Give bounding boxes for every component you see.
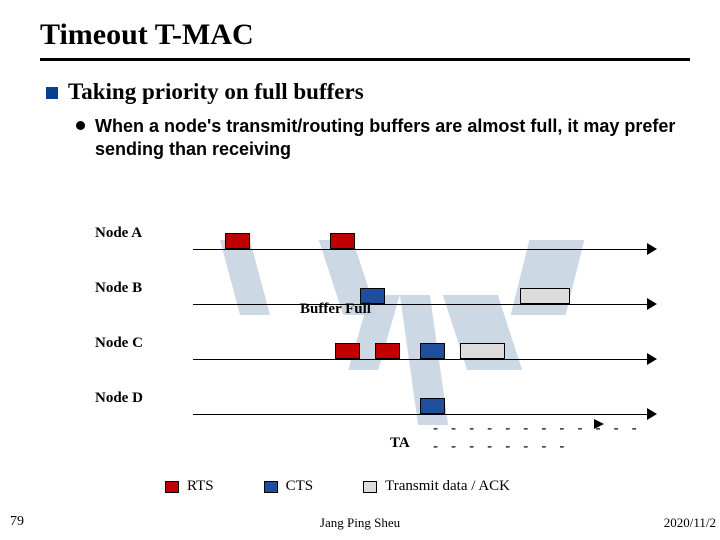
legend-data: Transmit data / ACK [363,478,510,495]
legend-data-label: Transmit data / ACK [385,478,510,495]
slide-title: Timeout T-MAC [40,18,690,52]
rts-box [225,233,250,249]
legend-cts-label: CTS [286,478,314,495]
bullet1-text: Taking priority on full buffers [68,79,364,105]
footer-author: Jang Ping Sheu [320,515,400,531]
bullet-level-2: When a node's transmit/routing buffers a… [76,115,680,162]
label-node-c: Node C [95,335,143,352]
bullet2-text: When a node's transmit/routing buffers a… [95,115,680,162]
cts-box [420,343,445,359]
ta-dashed-arrow: - - - - - - - - - - - - - - - - - - - - [431,419,655,455]
baseline-c [193,359,655,360]
timeline-node-a: Node A [95,215,655,255]
timeline-node-b: Node B [95,270,655,310]
arrowhead-icon [647,243,657,255]
timeline-node-d: Node D [95,380,655,420]
baseline-a [193,249,655,250]
page-number: 79 [10,514,24,530]
square-bullet-icon [46,87,58,99]
rts-box [375,343,400,359]
title-rule [40,58,690,61]
data-box [520,288,570,304]
timeline-node-c: Node C [95,325,655,365]
arrowhead-icon [647,353,657,365]
arrowhead-icon [594,419,604,429]
legend-swatch-blue [264,481,278,493]
legend-swatch-gray [363,481,377,493]
legend-rts-label: RTS [187,478,214,495]
label-node-a: Node A [95,225,142,242]
rts-box [335,343,360,359]
legend: RTS CTS Transmit data / ACK [165,478,510,495]
label-node-b: Node B [95,280,142,297]
legend-rts: RTS [165,478,214,495]
rts-box [330,233,355,249]
footer-date: 2020/11/2 [664,515,716,531]
bullet-level-1: Taking priority on full buffers [46,79,690,105]
label-node-d: Node D [95,390,143,407]
timing-diagram: Node A Node B Buffer Full Node C Node D … [95,215,655,455]
baseline-b [193,304,655,305]
ta-label: TA [390,435,410,452]
buffer-full-label: Buffer Full [300,301,371,318]
cts-box [420,398,445,414]
legend-swatch-red [165,481,179,493]
arrowhead-icon [647,298,657,310]
baseline-d [193,414,655,415]
legend-cts: CTS [264,478,314,495]
round-bullet-icon [76,121,85,130]
data-box [460,343,505,359]
